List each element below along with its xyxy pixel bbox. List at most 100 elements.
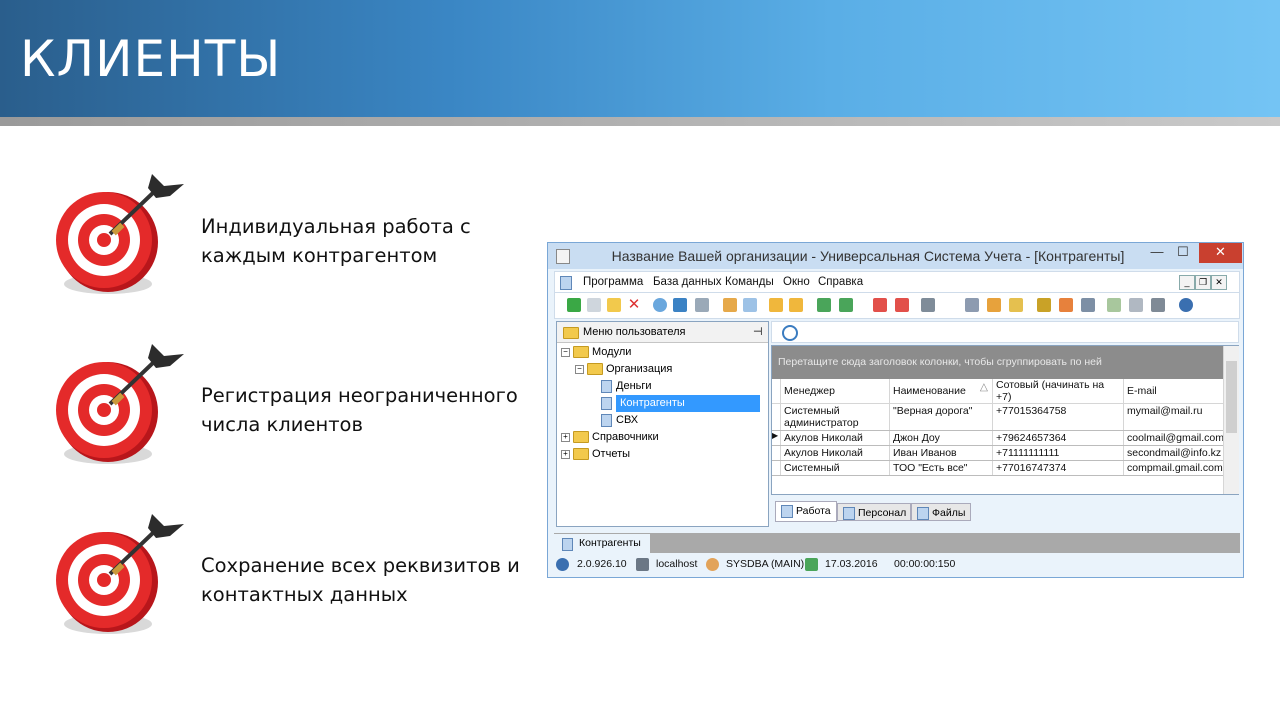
mdi-restore-button[interactable]: ❐ xyxy=(1195,275,1211,290)
cell-manager[interactable]: Акулов Николай xyxy=(780,430,890,446)
folder-icon xyxy=(573,431,589,444)
cell-email[interactable]: compmail.gmail.com xyxy=(1123,460,1229,476)
menu-help[interactable]: Справка xyxy=(818,276,863,288)
tree-item-money[interactable]: Деньги xyxy=(601,378,652,395)
status-bar: 2.0.926.10 localhost SYSDBA (MAIN) 17.03… xyxy=(548,554,1243,576)
users-icon[interactable] xyxy=(1059,298,1073,312)
server-icon xyxy=(636,558,649,571)
counterparties-grid: Перетащите сюда заголовок колонки, чтобы… xyxy=(771,345,1239,495)
notes-icon[interactable] xyxy=(1009,298,1023,312)
bullet-1: Индивидуальная работа с каждым контраген… xyxy=(52,166,532,306)
cell-phone[interactable]: +71111111111 xyxy=(992,445,1124,461)
menu-program[interactable]: Программа xyxy=(583,276,643,288)
cell-email[interactable]: coolmail@gmail.com xyxy=(1123,430,1229,446)
minimize-button[interactable]: — xyxy=(1144,243,1170,263)
cell-email[interactable]: secondmail@info.kz xyxy=(1123,445,1229,461)
bullet-text: Индивидуальная работа с каждым контраген… xyxy=(201,215,471,267)
document-tab-counterparties[interactable]: Контрагенты xyxy=(554,534,650,553)
refresh-icon[interactable] xyxy=(673,298,687,312)
pin-icon[interactable]: ⊣ xyxy=(753,325,763,338)
tree-item-label: Организация xyxy=(606,363,673,375)
target-icon xyxy=(56,514,184,634)
folder-up-icon[interactable] xyxy=(769,298,783,312)
menu-commands[interactable]: Команды xyxy=(725,276,774,288)
mdi-minimize-button[interactable]: _ xyxy=(1179,275,1195,290)
tree-item-references[interactable]: + Справочники xyxy=(561,429,659,446)
calendar-icon[interactable] xyxy=(1107,298,1121,312)
tree-item-counterparties[interactable]: Контрагенты xyxy=(601,395,767,412)
table-row[interactable]: Акулов Николай Иван Иванов +71111111111 … xyxy=(772,445,1229,461)
play-icon[interactable] xyxy=(1151,298,1165,312)
status-version: 2.0.926.10 xyxy=(577,558,627,570)
tools-icon[interactable] xyxy=(965,298,979,312)
new-window-icon[interactable] xyxy=(873,298,887,312)
column-header-phone[interactable]: Сотовый (начинать на +7) xyxy=(992,379,1124,404)
collapse-icon[interactable]: − xyxy=(575,364,584,374)
folder-down-icon[interactable] xyxy=(789,298,803,312)
column-header-name[interactable]: Наименование △ xyxy=(889,379,993,404)
tree-item-reports[interactable]: + Отчеты xyxy=(561,446,630,463)
folder-icon xyxy=(573,346,589,359)
sound-icon[interactable] xyxy=(921,298,935,312)
print-icon[interactable] xyxy=(1129,298,1143,312)
import-icon[interactable] xyxy=(839,298,853,312)
settings-icon[interactable] xyxy=(1081,298,1095,312)
vertical-scrollbar[interactable] xyxy=(1223,346,1239,494)
tree-item-organization[interactable]: − Организация xyxy=(575,361,672,378)
cell-phone[interactable]: +77016747374 xyxy=(992,460,1124,476)
bullet-text: Сохранение всех реквизитов и контактных … xyxy=(201,554,520,606)
excel-icon[interactable] xyxy=(817,298,831,312)
scrollbar-thumb[interactable] xyxy=(1226,361,1237,433)
search-icon[interactable] xyxy=(653,298,667,312)
table-row[interactable]: ▶ Акулов Николай Джон Доу +79624657364 c… xyxy=(772,430,1229,446)
edit-icon[interactable] xyxy=(607,298,621,312)
cell-phone[interactable]: +79624657364 xyxy=(992,430,1124,446)
add-icon[interactable] xyxy=(567,298,581,312)
copy-icon[interactable] xyxy=(587,298,601,312)
export-icon[interactable] xyxy=(723,298,737,312)
help-icon[interactable] xyxy=(1179,298,1193,312)
close-window-icon[interactable] xyxy=(895,298,909,312)
cell-name[interactable]: Иван Иванов xyxy=(889,445,993,461)
folder-icon xyxy=(563,327,579,339)
tab-label: Персонал xyxy=(858,507,907,519)
clock-icon[interactable] xyxy=(782,325,798,341)
menu-window[interactable]: Окно xyxy=(783,276,810,288)
column-header-email[interactable]: E-mail xyxy=(1123,379,1229,404)
window-titlebar[interactable]: Название Вашей организации - Универсальн… xyxy=(548,243,1243,269)
tree-item-svh[interactable]: СВХ xyxy=(601,412,638,429)
comment-icon[interactable] xyxy=(743,298,757,312)
bullet-2: Регистрация неограниченного числа клиент… xyxy=(52,336,532,476)
expand-icon[interactable]: + xyxy=(561,432,570,442)
table-row[interactable]: Системный администратор "Верная дорога" … xyxy=(772,403,1229,431)
tree-item-label: Деньги xyxy=(616,380,652,392)
delete-icon[interactable]: ✕ xyxy=(627,297,641,312)
document-icon xyxy=(601,413,612,427)
cell-name[interactable]: ТОО "Есть все" xyxy=(889,460,993,476)
maximize-button[interactable]: ☐ xyxy=(1170,243,1196,263)
collapse-icon[interactable]: − xyxy=(561,347,570,357)
cell-email[interactable]: mymail@mail.ru xyxy=(1123,403,1229,431)
filter-icon[interactable] xyxy=(695,298,709,312)
cell-manager[interactable]: Акулов Николай xyxy=(780,445,890,461)
tab-files[interactable]: Файлы xyxy=(911,503,971,521)
table-row[interactable]: Системный ТОО "Есть все" +77016747374 co… xyxy=(772,460,1229,476)
tab-work[interactable]: Работа xyxy=(775,501,837,522)
cell-manager[interactable]: Системный xyxy=(780,460,890,476)
wand-icon[interactable] xyxy=(987,298,1001,312)
cell-name[interactable]: "Верная дорога" xyxy=(889,403,993,431)
tree-item-modules[interactable]: − Модули xyxy=(561,344,631,361)
lock-icon[interactable] xyxy=(1037,298,1051,312)
mdi-close-button[interactable]: ✕ xyxy=(1211,275,1227,290)
cell-name[interactable]: Джон Доу xyxy=(889,430,993,446)
version-icon xyxy=(556,558,569,571)
column-header-manager[interactable]: Менеджер xyxy=(780,379,890,404)
group-by-panel[interactable]: Перетащите сюда заголовок колонки, чтобы… xyxy=(772,346,1223,379)
tab-personnel[interactable]: Персонал xyxy=(837,503,911,521)
tab-icon xyxy=(843,507,855,520)
menu-database[interactable]: База данных xyxy=(653,276,722,288)
cell-phone[interactable]: +77015364758 xyxy=(992,403,1124,431)
expand-icon[interactable]: + xyxy=(561,449,570,459)
close-button[interactable]: ✕ xyxy=(1199,243,1242,263)
cell-manager[interactable]: Системный администратор xyxy=(780,403,890,431)
